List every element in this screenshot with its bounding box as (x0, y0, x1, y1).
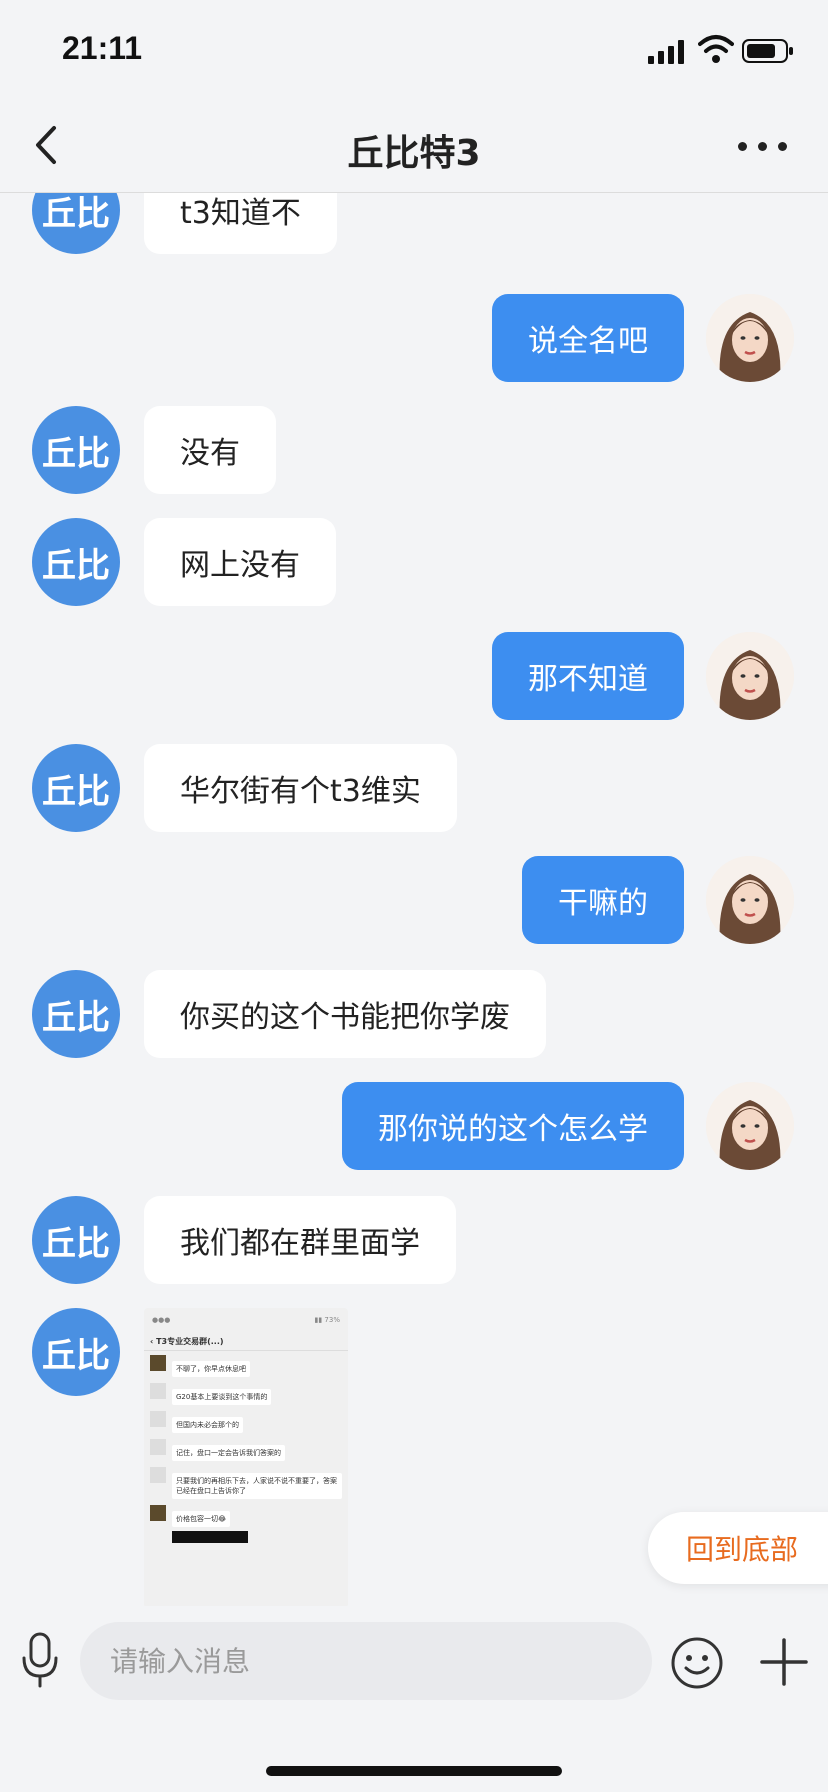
message-bubble-right[interactable]: 那你说的这个怎么学 (342, 1082, 684, 1170)
message-bubble-left[interactable]: t3知道不 (144, 192, 337, 254)
avatar[interactable]: 丘比 (32, 744, 120, 832)
image-redacted-bar (172, 1531, 248, 1543)
avatar[interactable]: 丘比 (32, 406, 120, 494)
user-avatar-icon (706, 856, 794, 944)
message-bubble-left[interactable]: 没有 (144, 406, 276, 494)
chat-area[interactable]: 丘比 t3知道不 说全名吧 丘比 没有 丘比 网上没有 那不知道 丘比 华尔街有… (0, 192, 828, 1606)
message-bubble-right[interactable]: 干嘛的 (522, 856, 684, 944)
image-text: 只要我们的再相乐下去，人家说不说不重要了，答案已经在盘口上告诉你了 (172, 1473, 342, 1499)
back-to-bottom-button[interactable]: 回到底部 (648, 1512, 828, 1584)
image-header: ‹ T3专业交易群(...) (144, 1332, 348, 1351)
avatar[interactable] (706, 856, 794, 944)
message-bubble-left[interactable]: 你买的这个书能把你学废 (144, 970, 546, 1058)
message-bubble-left[interactable]: 华尔街有个t3维实 (144, 744, 457, 832)
image-text: 价格包容一切😂 (172, 1511, 231, 1527)
image-message[interactable]: ●●● ▮▮ 73% ‹ T3专业交易群(...) 不聊了，你早点休息吧 G20基… (144, 1308, 348, 1606)
microphone-icon[interactable] (20, 1632, 60, 1688)
avatar[interactable] (706, 294, 794, 382)
plus-icon[interactable] (758, 1636, 810, 1688)
message-bubble-left[interactable]: 网上没有 (144, 518, 336, 606)
battery-icon (742, 39, 793, 63)
user-avatar-icon (706, 294, 794, 382)
avatar[interactable]: 丘比 (32, 1196, 120, 1284)
message-input[interactable] (80, 1622, 652, 1700)
status-bar: 21:11 (0, 0, 828, 100)
image-statusbar: ●●● ▮▮ 73% (152, 1316, 340, 1324)
user-avatar-icon (706, 1082, 794, 1170)
avatar[interactable] (706, 1082, 794, 1170)
avatar[interactable]: 丘比 (32, 518, 120, 606)
avatar[interactable]: 丘比 (32, 1308, 120, 1396)
signal-icon (648, 40, 684, 64)
more-dots-icon[interactable] (738, 136, 798, 156)
chat-title: 丘比特3 (347, 133, 481, 174)
user-avatar-icon (706, 632, 794, 720)
avatar[interactable] (706, 632, 794, 720)
status-time: 21:11 (62, 30, 143, 66)
avatar[interactable]: 丘比 (32, 970, 120, 1058)
image-text: 但国内未必会那个的 (172, 1417, 243, 1433)
message-bubble-right[interactable]: 说全名吧 (492, 294, 684, 382)
home-indicator (266, 1766, 562, 1776)
nav-bar: 丘比特3 (0, 100, 828, 193)
message-bubble-left[interactable]: 我们都在群里面学 (144, 1196, 456, 1284)
image-text: 记住，盘口一定会告诉我们答案的 (172, 1445, 285, 1461)
message-bubble-right[interactable]: 那不知道 (492, 632, 684, 720)
smile-icon[interactable] (670, 1636, 724, 1690)
input-bar (0, 1606, 828, 1792)
image-text: G20基本上要谈到这个事情的 (172, 1389, 272, 1405)
wifi-icon (698, 35, 734, 63)
image-text: 不聊了，你早点休息吧 (172, 1361, 250, 1377)
avatar[interactable]: 丘比 (32, 192, 120, 254)
